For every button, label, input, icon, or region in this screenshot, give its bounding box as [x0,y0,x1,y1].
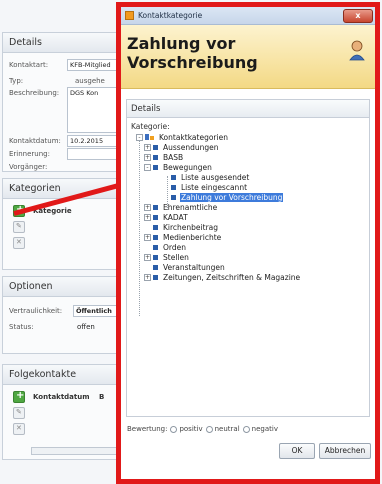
kontaktdatum-label: Kontaktdatum: [9,137,61,145]
edit-folgekontakt-button[interactable] [13,407,25,419]
delete-kategorie-button[interactable] [13,237,25,249]
kontaktdatum-input[interactable]: 10.2.2015 [67,135,123,147]
beschreibung-textarea[interactable]: DGS Kon [67,87,123,133]
kontaktart-select[interactable]: KFB-Mitglied [67,59,123,71]
optionen-panel: Optionen Vertraulichkeit: Öffentlich Sta… [2,276,123,354]
typ-radio-label[interactable]: ausgehe [75,77,105,85]
edit-kategorie-button[interactable] [13,221,25,233]
status-label: Status: [9,323,34,331]
vorgaenger-label: Vorgänger: [9,163,48,171]
erinnerung-input[interactable] [67,148,123,160]
details-panel-header: Details [3,33,119,53]
second-column-header[interactable]: B [99,393,104,401]
folgekontakte-panel-header: Folgekontakte [3,365,119,385]
optionen-panel-header: Optionen [3,277,119,297]
annotation-frame [116,2,380,484]
kontaktart-label: Kontaktart: [9,61,49,69]
delete-folgekontakt-button[interactable] [13,423,25,435]
details-panel: Details Kontaktart: KFB-Mitglied Typ: au… [2,32,123,172]
typ-label: Typ: [9,77,24,85]
kontaktdatum-column-header[interactable]: Kontaktdatum [33,393,90,401]
vertraulichkeit-label: Vertraulichkeit: [9,307,63,315]
status-offen-radio[interactable]: offen [77,323,95,331]
horizontal-scrollbar[interactable] [31,447,119,455]
add-folgekontakt-button[interactable] [13,390,25,403]
folgekontakte-panel: Folgekontakte Kontaktdatum B [2,364,120,460]
erinnerung-label: Erinnerung: [9,150,50,158]
beschreibung-label: Beschreibung: [9,89,60,97]
